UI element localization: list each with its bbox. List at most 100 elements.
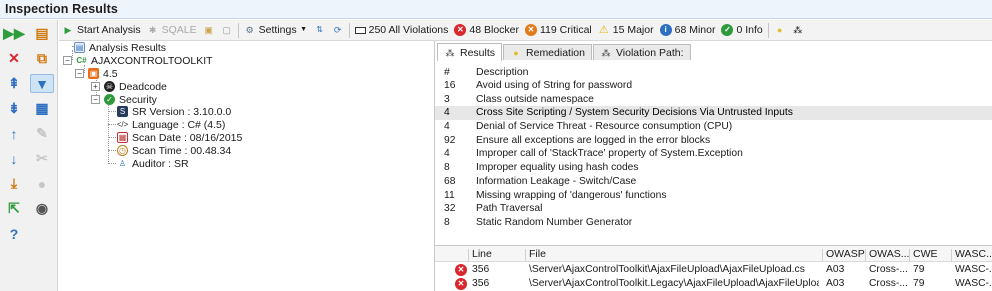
- lightbulb-icon[interactable]: ●: [30, 174, 54, 193]
- open-button[interactable]: ▢: [218, 21, 236, 39]
- result-row[interactable]: 8 Static Random Number Generator: [435, 216, 992, 230]
- left-sidebar: ▶▶ ✕ ⇞ ⇟ ↑ ↓ ⤓ ⇱ ? ▤ ⧉ ▼ ▦ ✎ ✂ ● ◉: [0, 20, 58, 291]
- filter-all-violations[interactable]: 250 All Violations: [352, 21, 452, 39]
- tab-remediation[interactable]: ● Remediation: [503, 44, 592, 60]
- chevron-down-icon: ▼: [300, 26, 308, 33]
- column-header-wasc[interactable]: WASC...: [951, 249, 992, 261]
- briefcase-icon[interactable]: ▦: [30, 99, 54, 118]
- result-row[interactable]: 16 Avoid using of String for password: [435, 79, 992, 93]
- tree-root[interactable]: ▤ Analysis Results: [74, 41, 166, 54]
- result-count: 3: [444, 93, 450, 105]
- violation-path-icon: ⁂: [601, 47, 611, 58]
- result-row[interactable]: 4 Improper call of 'StackTrace' property …: [435, 147, 992, 161]
- filter-icon[interactable]: ▼: [30, 74, 54, 93]
- start-analysis-label: Start Analysis: [77, 24, 141, 36]
- tree-version[interactable]: − ▣ 4.5: [75, 67, 118, 80]
- remediation-icon: ●: [513, 47, 519, 58]
- column-header-count[interactable]: #: [444, 66, 450, 78]
- calendar-icon: ▦: [117, 132, 128, 143]
- main-toolbar: ▶ Start Analysis ✱ SQALE ▣ ▢ ⚙ Settings …: [59, 20, 992, 41]
- expand-icon[interactable]: +: [91, 82, 100, 91]
- result-row[interactable]: 8 Improper equality using hash codes: [435, 161, 992, 175]
- result-count: 32: [444, 203, 456, 215]
- result-row[interactable]: 11 Missing wrapping of 'dangerous' functi…: [435, 189, 992, 203]
- detail-file: \Server\AjaxControlToolkit.Legacy\AjaxFi…: [529, 278, 819, 289]
- expand-icon[interactable]: ⇟: [2, 99, 26, 118]
- violation-detail-table: Line File OWASP OWAS... CWE WASC... ✕ 35…: [435, 245, 992, 291]
- tools-icon[interactable]: ✂: [30, 149, 54, 168]
- critical-label: 119 Critical: [540, 24, 592, 36]
- column-header-line[interactable]: Line: [468, 249, 492, 261]
- column-header-cwe[interactable]: CWE: [909, 249, 938, 261]
- tree-deadcode[interactable]: + ☠ Deadcode: [91, 80, 167, 93]
- result-row[interactable]: 3 Class outside namespace: [435, 93, 992, 107]
- help-icon[interactable]: ?: [2, 224, 26, 243]
- filter-major[interactable]: ⚠ 15 Major: [595, 21, 657, 39]
- filter-minor[interactable]: i 68 Minor: [657, 21, 719, 39]
- collapse-icon[interactable]: −: [63, 56, 72, 65]
- result-description: Class outside namespace: [476, 93, 594, 105]
- column-header-file[interactable]: File: [525, 249, 546, 261]
- auditor-icon: ♙: [118, 159, 127, 168]
- start-analysis-button[interactable]: ▶ Start Analysis: [59, 21, 144, 39]
- result-description: Improper equality using hash codes: [476, 162, 639, 174]
- tab-violation-path-label: Violation Path:: [615, 46, 684, 59]
- column-header-owasp[interactable]: OWASP: [822, 249, 865, 261]
- analysis-results-icon: ▤: [74, 42, 85, 53]
- detail-owasp: A03: [826, 278, 845, 289]
- sort-icon: ⇅: [316, 25, 323, 34]
- collapse-icon[interactable]: −: [75, 69, 84, 78]
- detail-owasp-name: Cross-...: [869, 278, 908, 289]
- detail-wasc: WASC-...: [955, 278, 992, 289]
- tab-remediation-label: Remediation: [526, 46, 585, 59]
- path-button[interactable]: ⁂: [789, 21, 807, 39]
- sort-button[interactable]: ⇅: [311, 21, 329, 39]
- tab-results-label: Results: [460, 46, 496, 59]
- detail-row[interactable]: ✕ 356 \Server\AjaxControlToolkit.Legacy\…: [435, 277, 992, 291]
- tab-results[interactable]: ⁂ Results: [437, 43, 503, 61]
- sr-version-icon: S: [117, 106, 128, 117]
- detail-owasp: A03: [826, 264, 845, 275]
- run-icon[interactable]: ▶▶: [2, 24, 26, 43]
- settings-dropdown[interactable]: ⚙ Settings ▼: [241, 21, 311, 39]
- copy-icon[interactable]: ⧉: [30, 49, 54, 68]
- collapse-icon[interactable]: −: [91, 95, 100, 104]
- delete-icon[interactable]: ✕: [2, 49, 26, 68]
- filter-blocker[interactable]: ✕ 48 Blocker: [451, 21, 522, 39]
- minor-label: 68 Minor: [674, 24, 716, 36]
- detail-row[interactable]: ✕ 356 \Server\AjaxControlToolkit\AjaxFil…: [435, 263, 992, 277]
- detail-line: 356: [472, 264, 490, 275]
- detail-table-header: Line File OWASP OWAS... CWE WASC...: [435, 246, 992, 262]
- filter-critical[interactable]: ✕ 119 Critical: [522, 21, 595, 39]
- agent-icon[interactable]: ◉: [30, 199, 54, 218]
- result-row[interactable]: 68 Information Leakage - Switch/Case: [435, 175, 992, 189]
- refresh-button[interactable]: ⟳: [329, 21, 347, 39]
- download-icon[interactable]: ⤓: [2, 174, 26, 193]
- report-icon[interactable]: ▤: [30, 24, 54, 43]
- result-row[interactable]: 92 Ensure all exceptions are logged in th…: [435, 134, 992, 148]
- analysis-tree: ▤ Analysis Results − C# AJAXCONTROLTOOLK…: [60, 41, 432, 291]
- detail-owasp-name: Cross-...: [869, 264, 908, 275]
- tree-connector: [108, 163, 116, 164]
- result-description: Missing wrapping of 'dangerous' function…: [476, 189, 667, 201]
- sqale-button[interactable]: ✱ SQALE: [144, 21, 200, 39]
- column-header-owasp-name[interactable]: OWAS...: [865, 249, 909, 261]
- filter-info[interactable]: ✓ 0 Info: [718, 21, 765, 39]
- export-icon[interactable]: ⇱: [2, 199, 26, 218]
- column-header-description[interactable]: Description: [476, 66, 529, 78]
- tab-violation-path[interactable]: ⁂ Violation Path:: [592, 44, 691, 60]
- result-row[interactable]: 4 Denial of Service Threat - Resource con…: [435, 120, 992, 134]
- move-up-icon[interactable]: ↑: [2, 124, 26, 143]
- collapse-icon[interactable]: ⇞: [2, 74, 26, 93]
- result-row-selected[interactable]: 4 Cross Site Scripting / System Security …: [435, 106, 992, 121]
- result-description: Denial of Service Threat - Resource cons…: [476, 121, 733, 133]
- result-row[interactable]: 32 Path Traversal: [435, 202, 992, 216]
- move-down-icon[interactable]: ↓: [2, 149, 26, 168]
- all-violations-label: 250 All Violations: [368, 24, 449, 36]
- save-button[interactable]: ▣: [200, 21, 218, 39]
- hint-button[interactable]: ●: [771, 21, 789, 39]
- tree-project[interactable]: − C# AJAXCONTROLTOOLKIT: [63, 54, 213, 67]
- major-label: 15 Major: [612, 24, 654, 36]
- settings-icon: ⚙: [245, 25, 254, 35]
- edit-icon[interactable]: ✎: [30, 124, 54, 143]
